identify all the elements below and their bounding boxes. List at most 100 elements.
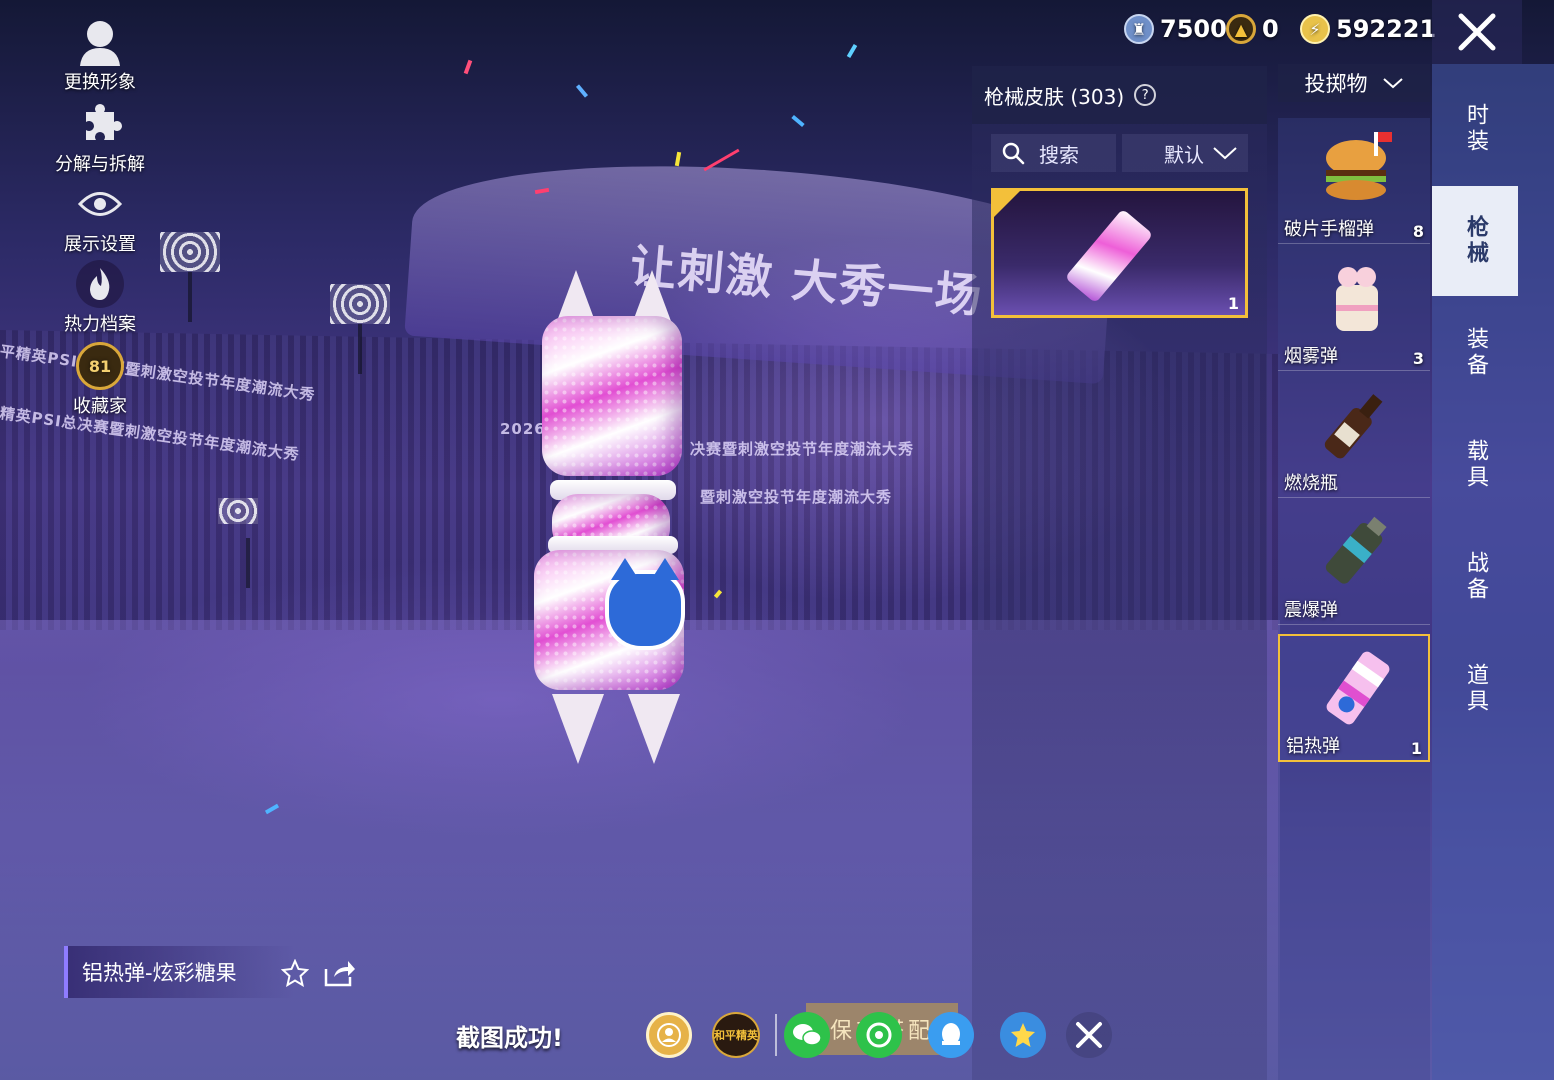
tab-vehicles[interactable]: 载具: [1432, 410, 1518, 520]
eye-icon: [76, 180, 124, 228]
currency-gold: ▲ 0: [1226, 14, 1279, 44]
tab-fashion[interactable]: 时装: [1432, 74, 1518, 184]
currency-lightning: ⚡ 592221: [1300, 14, 1436, 44]
grenade-upper-body: [542, 316, 682, 476]
share-game-logo-button[interactable]: 和平精英: [712, 1012, 760, 1058]
person-icon: [76, 18, 124, 66]
sort-dropdown[interactable]: 默认: [1122, 134, 1248, 172]
category-tabs: 时装 枪械 装备 载具 战备 道具: [1432, 64, 1554, 1080]
tab-equipment[interactable]: 装备: [1432, 298, 1518, 408]
weapon-skin-panel: 枪械皮肤 (303) ? 搜索 默认 1: [972, 66, 1267, 1080]
floodlight: [160, 232, 220, 322]
collector-button[interactable]: 81 收藏家: [40, 342, 160, 418]
lightning-coin-icon: ⚡: [1300, 14, 1330, 44]
cat-emblem-icon: [605, 558, 685, 650]
floodlight: [218, 498, 258, 588]
gold-token-icon: ▲: [1226, 14, 1256, 44]
share-qq-button[interactable]: [928, 1012, 974, 1058]
close-icon: [1076, 1022, 1102, 1048]
search-input[interactable]: 搜索: [991, 134, 1116, 172]
chevron-down-icon: [1213, 147, 1237, 160]
confetti: [791, 114, 805, 128]
currency-trophy: ♜ 7500: [1124, 14, 1227, 44]
close-share-button[interactable]: [1066, 1012, 1112, 1058]
list-item-thermite[interactable]: 铝热弹 1: [1278, 634, 1430, 762]
display-settings-button[interactable]: 展示设置: [40, 180, 160, 256]
share-divider: [775, 1014, 777, 1056]
menu-label: 展示设置: [64, 234, 136, 255]
category-dropdown[interactable]: 投掷物: [1278, 64, 1430, 102]
item-count: 8: [1412, 222, 1424, 241]
wechat-icon: [793, 1024, 822, 1046]
list-item-frag-grenade[interactable]: 破片手榴弹 8: [1278, 118, 1430, 244]
item-name: 燃烧瓶: [1284, 473, 1338, 494]
confetti: [463, 59, 473, 75]
stadium-banner: 暨刺激空投节年度潮流大秀: [700, 488, 893, 506]
confetti: [674, 151, 682, 167]
share-moments-button[interactable]: [856, 1012, 902, 1058]
burger-grenade-icon: [1326, 132, 1392, 200]
skin-panel-title: 枪械皮肤 (303): [984, 84, 1125, 109]
flame-icon: [76, 260, 124, 308]
search-icon: [1002, 142, 1025, 165]
share-game-friends-button[interactable]: [646, 1012, 692, 1058]
tab-combat-prep[interactable]: 战备: [1432, 522, 1518, 632]
item-name: 震爆弹: [1284, 600, 1338, 621]
currency-value: 0: [1262, 15, 1279, 43]
item-count: 1: [1410, 739, 1422, 758]
candy-thermite-icon: [1326, 651, 1390, 725]
search-placeholder: 搜索: [1039, 142, 1079, 167]
share-qzone-button[interactable]: [1000, 1012, 1046, 1058]
item-name: 破片手榴弹: [1284, 219, 1374, 240]
close-button[interactable]: [1432, 0, 1522, 64]
list-item-molotov[interactable]: 燃烧瓶: [1278, 372, 1430, 498]
confetti: [846, 43, 858, 59]
star-icon: [281, 959, 309, 987]
tab-weapons[interactable]: 枪械: [1432, 186, 1518, 296]
thermite-grenade-model: [530, 270, 690, 770]
change-appearance-button[interactable]: 更换形象: [40, 18, 160, 94]
share-wechat-button[interactable]: [784, 1012, 830, 1058]
tab-items[interactable]: 道具: [1432, 634, 1518, 744]
chevron-down-icon: [1382, 78, 1403, 89]
category-label: 投掷物: [1304, 72, 1368, 96]
favorite-button[interactable]: [280, 958, 310, 988]
screenshot-success-text: 截图成功!: [456, 1024, 563, 1052]
close-icon: [1458, 13, 1496, 51]
flashbang-icon: [1325, 516, 1387, 584]
molotov-bottle-icon: [1324, 394, 1383, 459]
list-item-smoke-grenade[interactable]: 烟雾弹 3: [1278, 245, 1430, 371]
menu-label: 分解与拆解: [55, 154, 145, 175]
moments-icon: [866, 1022, 892, 1048]
item-display-name: 铝热弹-炫彩糖果: [64, 946, 294, 998]
skin-panel-header: 枪械皮肤 (303) ?: [972, 66, 1267, 124]
candy-thermite-icon: [1064, 208, 1154, 304]
currency-value: 592221: [1336, 15, 1437, 43]
confetti: [575, 84, 589, 98]
friends-icon: [657, 1023, 681, 1047]
skin-card-selected[interactable]: 1: [991, 188, 1248, 318]
collector-badge-icon: 81: [76, 342, 124, 390]
qq-penguin-icon: [942, 1023, 960, 1045]
menu-label: 热力档案: [64, 314, 136, 335]
menu-label: 收藏家: [73, 396, 127, 417]
bunny-cake-smoke-icon: [1336, 267, 1378, 331]
currency-value: 7500: [1160, 15, 1227, 43]
heat-profile-button[interactable]: 热力档案: [40, 260, 160, 336]
menu-label: 更换形象: [64, 72, 136, 93]
sort-label: 默认: [1164, 142, 1204, 167]
list-item-flashbang[interactable]: 震爆弹: [1278, 499, 1430, 625]
item-count: 3: [1412, 349, 1424, 368]
selected-check-icon: [994, 191, 1020, 217]
help-icon[interactable]: ?: [1134, 84, 1157, 106]
trophy-coin-icon: ♜: [1124, 14, 1154, 44]
disassemble-button[interactable]: 分解与拆解: [40, 100, 160, 176]
puzzle-icon: [76, 100, 124, 148]
item-name: 烟雾弹: [1284, 346, 1338, 367]
share-button[interactable]: [324, 958, 356, 988]
grenade-bottom-cap: [550, 684, 680, 764]
qzone-star-icon: [1011, 1023, 1035, 1047]
share-icon: [324, 961, 355, 987]
throwable-list: 破片手榴弹 8 烟雾弹 3 燃烧瓶 震爆弹 铝热弹 1: [1278, 118, 1430, 1080]
item-display-name-text: 铝热弹-炫彩糖果: [82, 961, 237, 985]
